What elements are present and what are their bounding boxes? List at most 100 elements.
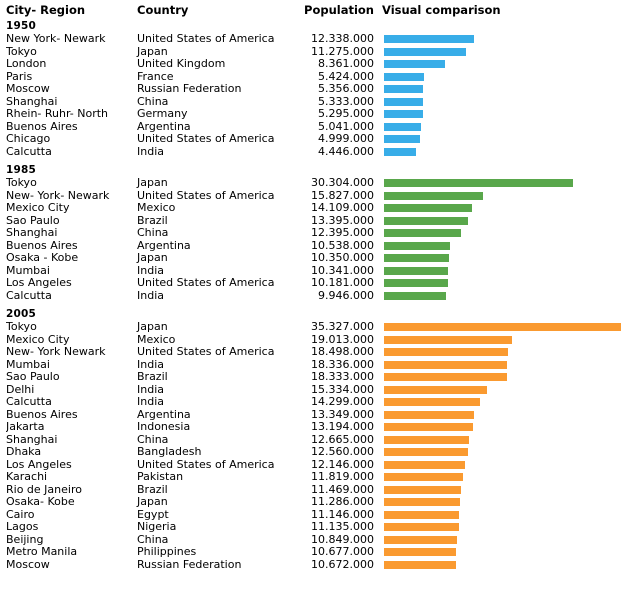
cell-visual-comparison: [384, 321, 629, 334]
cell-city-region: New- York- Newark: [6, 189, 110, 202]
cell-visual-comparison: [384, 471, 629, 484]
cell-city-region: Karachi: [6, 471, 48, 483]
cell-population: 10.181.000: [311, 276, 374, 289]
cell-visual-comparison: [384, 346, 629, 359]
population-bar: [384, 423, 473, 431]
cell-city-region: Beijing: [6, 533, 44, 546]
cell-visual-comparison: [384, 559, 629, 572]
population-bar: [384, 473, 464, 481]
cell-city-region: Osaka - Kobe: [6, 252, 79, 264]
cell-visual-comparison: [384, 146, 629, 159]
cell-visual-comparison: [384, 121, 629, 134]
cell-visual-comparison: [384, 384, 629, 397]
cell-population: 11.286.000: [311, 495, 374, 508]
cell-country: Indonesia: [137, 420, 191, 433]
cell-population: 10.672.000: [311, 557, 374, 571]
table-row: Calcutta India 4.446.000: [0, 144, 629, 159]
table-row: Osaka - Kobe Japan 10.350.000: [0, 251, 629, 265]
cell-population: 5.356.000: [318, 82, 374, 95]
cell-country: Brazil: [137, 370, 168, 383]
cell-population: 8.361.000: [318, 57, 374, 70]
population-bar: [384, 254, 449, 262]
cell-visual-comparison: [384, 277, 629, 290]
cell-population: 10.350.000: [311, 251, 374, 264]
cell-city-region: Buenos Aires: [6, 408, 78, 421]
cell-country: United States of America: [137, 276, 275, 289]
cell-visual-comparison: [384, 202, 629, 215]
cell-city-region: Tokyo: [6, 177, 37, 189]
population-bar: [384, 179, 573, 187]
table-row: Moscow Russian Federation 5.356.000: [0, 82, 629, 96]
cell-population: 10.677.000: [311, 545, 374, 558]
table-row: Mexico City Mexico 14.109.000: [0, 201, 629, 215]
cell-city-region: Rhein- Ruhr- North: [6, 108, 109, 120]
table-row: Tokyo Japan 35.327.000: [0, 320, 629, 334]
cell-city-region: Moscow: [6, 83, 50, 95]
population-bar: [384, 560, 456, 569]
cell-city-region: Dhaka: [6, 446, 42, 458]
cell-country: India: [137, 144, 164, 158]
cell-visual-comparison: [384, 215, 629, 228]
cell-visual-comparison: [384, 71, 629, 84]
cell-country: India: [137, 288, 164, 302]
population-bar: [384, 498, 460, 506]
cell-population: 12.560.000: [311, 445, 374, 458]
table-row: Metro Manila Philippines 10.677.000: [0, 545, 629, 559]
population-bar: [384, 241, 450, 250]
population-bar: [384, 47, 467, 56]
table-body: 1950 New York- Newark United States of Ame…: [0, 20, 629, 571]
population-bar: [384, 398, 480, 406]
population-bar: [384, 435, 469, 444]
year-section-2005: 2005 Tokyo Japan 35.327.000 Mexico City Mexic…: [0, 308, 629, 571]
cell-city-region: Shanghai: [6, 95, 58, 108]
cell-city-region: Chicago: [6, 133, 51, 145]
population-bar: [384, 460, 466, 469]
population-bar: [384, 35, 474, 43]
cell-city-region: Shanghai: [6, 433, 58, 446]
cell-visual-comparison: [384, 190, 629, 203]
year-section-1985: 1985 Tokyo Japan 30.304.000 New- York- Newar…: [0, 164, 629, 302]
table-row: Los Angeles United States of America 10.18…: [0, 276, 629, 290]
cell-population: 12.395.000: [311, 226, 374, 239]
cell-country: Russian Federation: [137, 82, 242, 95]
cell-city-region: Tokyo: [6, 321, 37, 333]
cell-population: 18.498.000: [311, 345, 374, 358]
table-row: Rhein- Ruhr- North Germany 5.295.000: [0, 107, 629, 121]
cell-population: 4.446.000: [318, 144, 374, 158]
cell-population: 35.327.000: [311, 320, 374, 333]
cell-city-region: Mexico City: [6, 202, 70, 214]
cell-visual-comparison: [384, 421, 629, 434]
cell-visual-comparison: [384, 409, 629, 422]
cell-country: United States of America: [137, 345, 275, 358]
cell-visual-comparison: [384, 484, 629, 497]
column-header-population: Population: [304, 3, 374, 17]
cell-population: 14.109.000: [311, 201, 374, 214]
table-row: Paris France 5.424.000: [0, 70, 629, 84]
cell-visual-comparison: [384, 334, 629, 347]
population-bar: [384, 97, 423, 106]
population-bar: [384, 110, 423, 118]
cell-visual-comparison: [384, 496, 629, 509]
population-bar: [384, 85, 424, 93]
population-bar: [384, 373, 507, 381]
table-row: Chicago United States of America 4.999.000: [0, 132, 629, 146]
cell-visual-comparison: [384, 133, 629, 146]
cell-visual-comparison: [384, 546, 629, 559]
table-row: Calcutta India 14.299.000: [0, 395, 629, 409]
cell-city-region: Tokyo: [6, 45, 37, 58]
cell-visual-comparison: [384, 227, 629, 240]
cell-visual-comparison: [384, 509, 629, 522]
table-row: New- York Newark United States of America…: [0, 345, 629, 359]
table-header-row: City- Region Country Population Visual c…: [0, 3, 629, 20]
cell-city-region: Delhi: [6, 383, 35, 396]
cell-country: Japan: [137, 320, 168, 333]
cell-city-region: Metro Manila: [6, 546, 78, 558]
table-row: Dhaka Bangladesh 12.560.000: [0, 445, 629, 459]
cell-city-region: Cairo: [6, 508, 35, 521]
cell-population: 9.946.000: [318, 288, 374, 302]
cell-visual-comparison: [384, 108, 629, 121]
column-header-country: Country: [137, 3, 189, 17]
cell-country: Japan: [137, 176, 168, 189]
cell-country: China: [137, 226, 169, 239]
cell-population: 12.338.000: [311, 32, 374, 45]
